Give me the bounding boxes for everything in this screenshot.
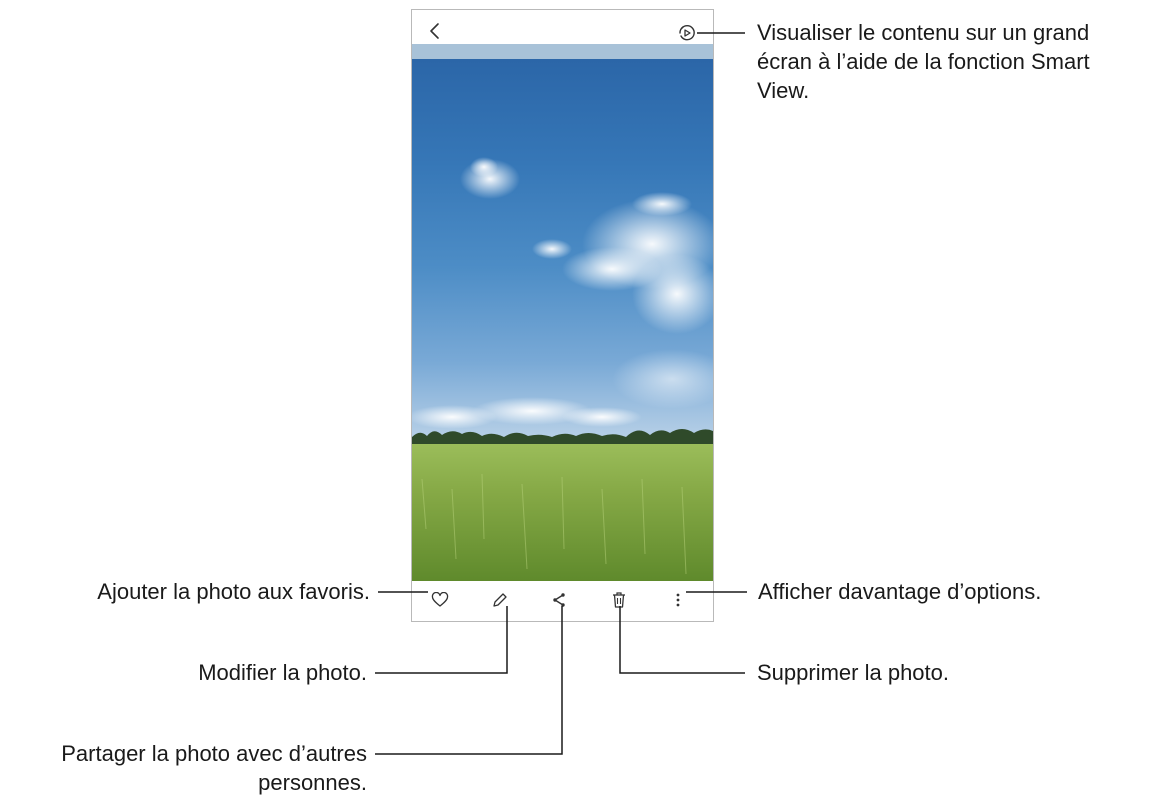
smart-view-annotation: Visualiser le contenu sur un grand écran… xyxy=(757,18,1090,105)
annotation-text: View. xyxy=(757,78,810,103)
annotation-text: écran à l’aide de la fonction Smart xyxy=(757,49,1090,74)
favorite-annotation: Ajouter la photo aux favoris. xyxy=(97,579,370,604)
delete-annotation: Supprimer la photo. xyxy=(757,660,949,685)
annotation-text: Visualiser le contenu sur un grand xyxy=(757,20,1090,45)
more-options-annotation: Afficher davantage d’options. xyxy=(758,579,1042,604)
share-annotation: Partager la photo avec d’autres personne… xyxy=(61,739,367,797)
leader-lines xyxy=(375,32,747,755)
edit-annotation: Modifier la photo. xyxy=(198,660,367,685)
annotation-text: Partager la photo avec d’autres xyxy=(61,741,367,766)
annotation-text: personnes. xyxy=(258,770,367,795)
